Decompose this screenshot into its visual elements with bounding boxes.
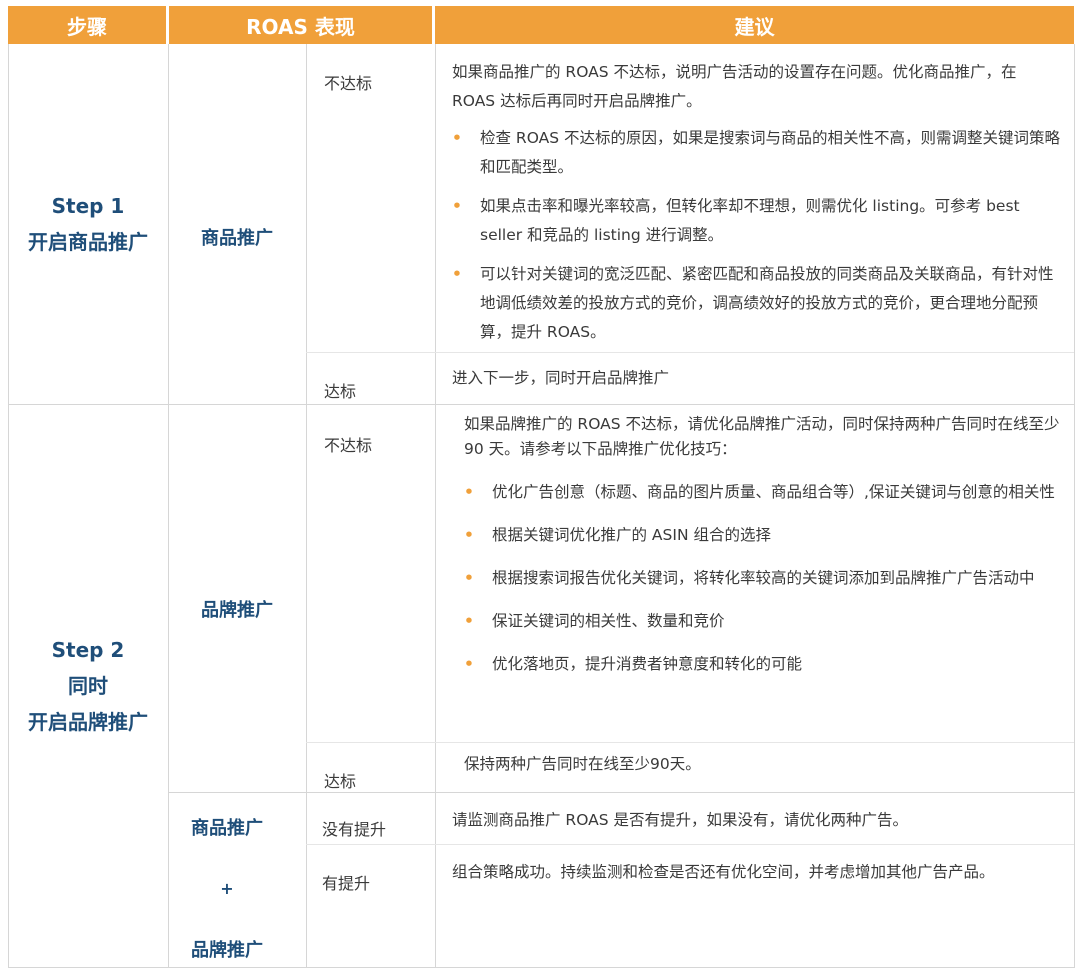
border-right [1074, 44, 1075, 968]
bullet-icon: • [464, 526, 474, 544]
step2-fail-status: 不达标 [324, 436, 373, 455]
list-item: • 保证关键词的相关性、数量和竞价 [464, 609, 1070, 634]
step1-fail-advice: 如果商品推广的 ROAS 不达标，说明广告活动的设置存在问题。优化商品推广，在 … [452, 58, 1062, 347]
bullet-icon: • [464, 655, 474, 673]
combo-no-improve-status: 没有提升 [322, 820, 387, 839]
step2-bullet-text: 根据搜索词报告优化关键词，将转化率较高的关键词添加到品牌推广广告活动中 [492, 569, 1035, 587]
step1-label: Step 1 开启商品推广 [8, 44, 168, 404]
step2-bullet-text: 优化落地页，提升消费者钟意度和转化的可能 [492, 655, 803, 673]
bullet-icon: • [464, 569, 474, 587]
divider-type-status [306, 44, 307, 968]
step2-bullet-text: 保证关键词的相关性、数量和竞价 [492, 612, 725, 630]
step1-label-line1: Step 1 [51, 194, 125, 218]
step1-fail-status: 不达标 [324, 74, 373, 93]
combo-improve-advice: 组合策略成功。持续监测和检查是否还有优化空间，并考虑增加其他广告产品。 [452, 863, 995, 881]
bullet-icon: • [464, 612, 474, 630]
bullet-icon: • [452, 129, 462, 147]
step2-pass-status: 达标 [324, 772, 357, 791]
step2-bullet-text: 根据关键词优化推广的 ASIN 组合的选择 [492, 526, 771, 544]
step1-fail-intro: 如果商品推广的 ROAS 不达标，说明广告活动的设置存在问题。优化商品推广，在 … [452, 63, 1017, 110]
step1-bullet-text: 可以针对关键词的宽泛匹配、紧密匹配和商品投放的同类商品及关联商品，有针对性地调低… [480, 265, 1054, 341]
combo-line2: 品牌推广 [191, 940, 263, 961]
step1-bullet-text: 如果点击率和曝光率较高，但转化率却不理想，则需优化 listing。可参考 be… [480, 197, 1020, 244]
header-roas: ROAS 表现 [169, 6, 432, 44]
step2-label-line3: 开启品牌推广 [28, 709, 148, 734]
divider-step2-fail-pass [306, 742, 1074, 743]
combo-improve-status: 有提升 [322, 874, 371, 893]
bullet-icon: • [464, 483, 474, 501]
combo-ad-type: 商品推广 + 品牌推广 [168, 814, 286, 962]
bullet-icon: • [452, 265, 462, 283]
step2-label-line2: 同时 [68, 673, 108, 698]
step1-ad-type: 商品推广 [201, 228, 273, 249]
combo-line1: 商品推广 [191, 818, 263, 839]
combo-no-improve-advice: 请监测商品推广 ROAS 是否有提升，如果没有，请优化两种广告。 [452, 811, 908, 829]
step1-pass-advice: 进入下一步，同时开启品牌推广 [452, 369, 670, 387]
header-step: 步骤 [8, 6, 166, 44]
step2-label: Step 2 同时 开启品牌推广 [8, 404, 168, 967]
step2-fail-advice: 如果品牌推广的 ROAS 不达标，请优化品牌推广活动，同时保持两种广告同时在线至… [464, 412, 1070, 677]
step2-ad-type: 品牌推广 [201, 600, 273, 621]
list-item: • 如果点击率和曝光率较高，但转化率却不理想，则需优化 listing。可参考 … [452, 192, 1062, 250]
list-item: • 可以针对关键词的宽泛匹配、紧密匹配和商品投放的同类商品及关联商品，有针对性地… [452, 260, 1062, 347]
step1-label-line2: 开启商品推广 [28, 230, 148, 254]
step1-bullet-text: 检查 ROAS 不达标的原因，如果是搜索词与商品的相关性不高，则需调整关键词策略… [480, 129, 1060, 176]
list-item: • 优化广告创意（标题、商品的图片质量、商品组合等）,保证关键词与创意的相关性 [464, 480, 1070, 505]
list-item: • 检查 ROAS 不达标的原因，如果是搜索词与商品的相关性不高，则需调整关键词… [452, 124, 1062, 182]
step2-bullet-text: 优化广告创意（标题、商品的图片质量、商品组合等）,保证关键词与创意的相关性 [492, 483, 1055, 501]
step1-pass-status: 达标 [324, 382, 357, 401]
divider-combo-rows [306, 844, 1074, 845]
bullet-icon: • [452, 197, 462, 215]
list-item: • 优化落地页，提升消费者钟意度和转化的可能 [464, 652, 1070, 677]
divider-step1-fail-pass [306, 352, 1074, 353]
header-advice: 建议 [435, 6, 1074, 44]
step2-fail-intro: 如果品牌推广的 ROAS 不达标，请优化品牌推广活动，同时保持两种广告同时在线至… [464, 415, 1060, 458]
list-item: • 根据搜索词报告优化关键词，将转化率较高的关键词添加到品牌推广广告活动中 [464, 566, 1070, 591]
step2-label-line1: Step 2 [51, 637, 125, 662]
step2-pass-advice: 保持两种广告同时在线至少90天。 [464, 755, 701, 773]
combo-plus: + [220, 878, 234, 898]
divider-status-advice [435, 44, 436, 968]
border-bottom [8, 967, 1074, 968]
list-item: • 根据关键词优化推广的 ASIN 组合的选择 [464, 523, 1070, 548]
